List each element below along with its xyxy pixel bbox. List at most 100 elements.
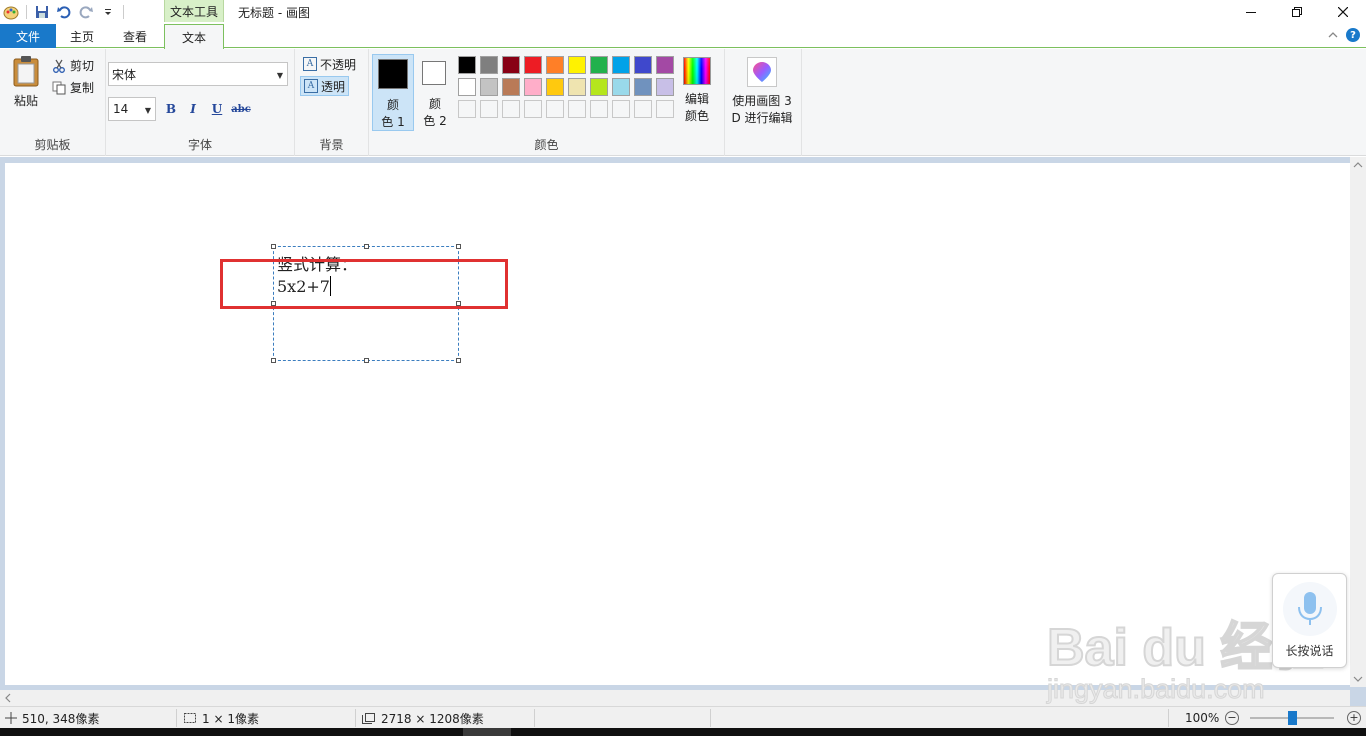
palette-color-swatch[interactable] bbox=[632, 54, 654, 76]
swatch-fill bbox=[502, 78, 520, 96]
tab-home[interactable]: 主页 bbox=[56, 24, 108, 48]
customize-qat-chevron-icon[interactable] bbox=[97, 1, 119, 23]
minimize-icon[interactable] bbox=[1228, 0, 1274, 24]
palette-color-swatch[interactable] bbox=[478, 54, 500, 76]
palette-color-swatch[interactable] bbox=[456, 54, 478, 76]
palette-color-swatch[interactable] bbox=[610, 54, 632, 76]
palette-color-swatch[interactable] bbox=[654, 76, 676, 98]
microphone-icon bbox=[1283, 582, 1337, 636]
cut-button[interactable]: 剪切 bbox=[52, 57, 94, 74]
help-icon[interactable]: ? bbox=[1346, 28, 1360, 42]
swatch-fill bbox=[634, 56, 652, 74]
voice-input-widget[interactable]: 长按说话 bbox=[1272, 573, 1347, 668]
drawing-canvas[interactable] bbox=[5, 163, 1350, 685]
scroll-up-icon[interactable] bbox=[1350, 157, 1366, 173]
swatch-fill bbox=[458, 78, 476, 96]
scroll-down-icon[interactable] bbox=[1350, 671, 1366, 687]
color1-button[interactable]: 颜 色 1 bbox=[372, 54, 414, 131]
swatch-fill bbox=[546, 56, 564, 74]
resize-handle[interactable] bbox=[364, 244, 369, 249]
tab-file[interactable]: 文件 bbox=[0, 24, 56, 48]
tab-text[interactable]: 文本 bbox=[164, 24, 224, 49]
underline-button[interactable]: U bbox=[207, 99, 227, 119]
voice-label: 长按说话 bbox=[1285, 644, 1334, 658]
tab-view[interactable]: 查看 bbox=[108, 24, 162, 48]
swatch-fill bbox=[480, 78, 498, 96]
palette-color-swatch[interactable] bbox=[544, 76, 566, 98]
font-size-select[interactable]: 14 ▼ bbox=[108, 97, 156, 121]
selection-size-value: 1 × 1像素 bbox=[202, 711, 259, 726]
resize-handle[interactable] bbox=[456, 244, 461, 249]
zoom-slider-thumb[interactable] bbox=[1288, 711, 1297, 725]
scroll-left-icon[interactable] bbox=[0, 690, 16, 706]
swatch-fill bbox=[480, 100, 498, 118]
swatch-fill bbox=[546, 78, 564, 96]
zoom-in-button[interactable]: + bbox=[1347, 711, 1361, 725]
context-tab-text-tools: 文本工具 bbox=[164, 0, 224, 22]
minimize-ribbon-chevron-up-icon[interactable] bbox=[1328, 28, 1338, 42]
resize-handle[interactable] bbox=[271, 358, 276, 363]
strikethrough-button[interactable]: abc bbox=[231, 99, 251, 119]
palette-color-swatch[interactable] bbox=[654, 54, 676, 76]
custom-color-slot[interactable] bbox=[610, 98, 632, 120]
custom-color-slot[interactable] bbox=[544, 98, 566, 120]
palette-color-swatch[interactable] bbox=[588, 76, 610, 98]
taskbar-active-app[interactable] bbox=[463, 728, 511, 736]
resize-handle[interactable] bbox=[271, 244, 276, 249]
taskbar bbox=[0, 728, 1366, 736]
close-icon[interactable] bbox=[1320, 0, 1366, 24]
palette-color-swatch[interactable] bbox=[566, 76, 588, 98]
workspace bbox=[0, 157, 1366, 706]
horizontal-scrollbar[interactable] bbox=[0, 690, 1350, 706]
save-icon[interactable] bbox=[31, 1, 53, 23]
custom-color-slot[interactable] bbox=[588, 98, 610, 120]
color-spectrum-icon bbox=[683, 57, 711, 85]
restore-icon[interactable] bbox=[1274, 0, 1320, 24]
opaque-button[interactable]: A 不透明 bbox=[300, 54, 359, 74]
custom-color-slot[interactable] bbox=[522, 98, 544, 120]
undo-icon[interactable] bbox=[53, 1, 75, 23]
transparent-button[interactable]: A 透明 bbox=[300, 76, 350, 96]
palette-color-swatch[interactable] bbox=[478, 76, 500, 98]
qat-separator bbox=[123, 5, 124, 19]
status-separator bbox=[176, 709, 177, 727]
clipboard-group: 粘贴 剪切 复制 剪贴板 bbox=[0, 49, 106, 156]
custom-color-slot[interactable] bbox=[478, 98, 500, 120]
paste-button[interactable]: 粘贴 bbox=[8, 55, 44, 111]
canvas-size-icon bbox=[362, 713, 375, 724]
palette-color-swatch[interactable] bbox=[610, 76, 632, 98]
font-family-select[interactable]: 宋体 ▼ bbox=[108, 62, 288, 86]
vertical-scrollbar[interactable] bbox=[1350, 157, 1366, 687]
color2-label-line1: 颜 bbox=[428, 97, 441, 111]
color2-swatch bbox=[422, 61, 446, 85]
custom-color-slot[interactable] bbox=[456, 98, 478, 120]
swatch-fill bbox=[502, 56, 520, 74]
custom-color-slot[interactable] bbox=[654, 98, 676, 120]
custom-color-slot[interactable] bbox=[566, 98, 588, 120]
resize-handle[interactable] bbox=[456, 358, 461, 363]
copy-button[interactable]: 复制 bbox=[52, 79, 94, 96]
italic-button[interactable]: I bbox=[183, 99, 203, 119]
swatch-fill bbox=[568, 78, 586, 96]
edit-with-paint3d-button[interactable]: 使用画图 3 D 进行编辑 bbox=[730, 57, 794, 127]
resize-handle[interactable] bbox=[364, 358, 369, 363]
palette-color-swatch[interactable] bbox=[522, 76, 544, 98]
edit-colors-button[interactable]: 编辑 颜色 bbox=[680, 57, 714, 125]
highlight-annotation-box bbox=[220, 259, 508, 309]
paint-app-icon[interactable] bbox=[0, 1, 22, 23]
palette-color-swatch[interactable] bbox=[632, 76, 654, 98]
custom-color-slot[interactable] bbox=[632, 98, 654, 120]
palette-color-swatch[interactable] bbox=[500, 54, 522, 76]
palette-color-swatch[interactable] bbox=[544, 54, 566, 76]
palette-color-swatch[interactable] bbox=[500, 76, 522, 98]
font-family-value: 宋体 bbox=[112, 67, 137, 82]
palette-color-swatch[interactable] bbox=[522, 54, 544, 76]
palette-color-swatch[interactable] bbox=[588, 54, 610, 76]
redo-icon[interactable] bbox=[75, 1, 97, 23]
palette-color-swatch[interactable] bbox=[566, 54, 588, 76]
zoom-out-button[interactable]: − bbox=[1225, 711, 1239, 725]
palette-color-swatch[interactable] bbox=[456, 76, 478, 98]
bold-button[interactable]: B bbox=[161, 99, 181, 119]
custom-color-slot[interactable] bbox=[500, 98, 522, 120]
color2-button[interactable]: 颜 色 2 bbox=[416, 54, 454, 131]
